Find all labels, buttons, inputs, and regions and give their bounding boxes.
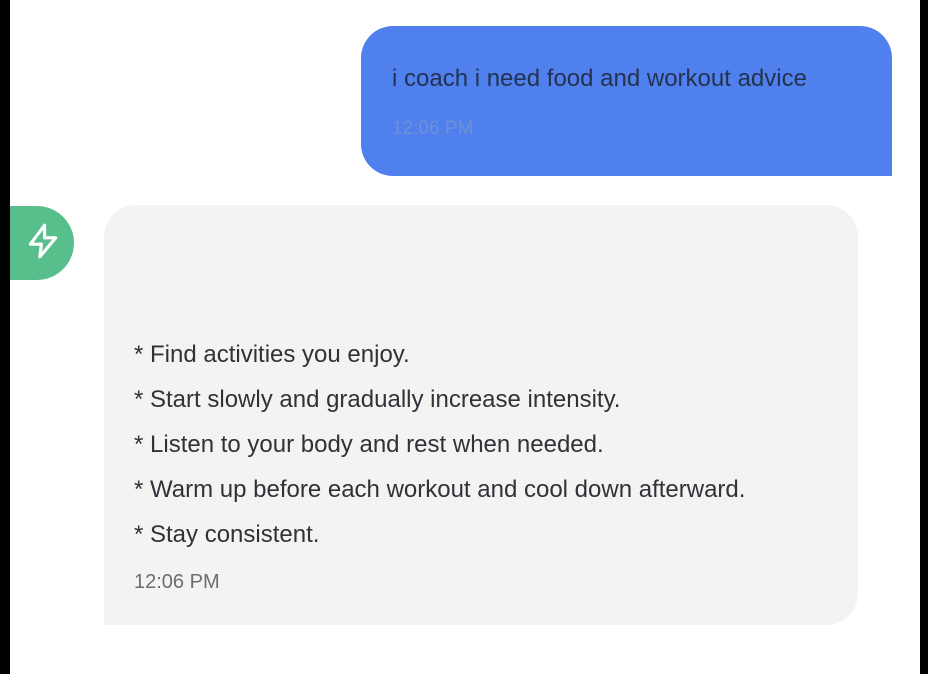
user-message-time: 12:06 PM <box>392 118 474 139</box>
lightning-bolt-icon <box>20 222 62 265</box>
assistant-message-line: * Start slowly and gradually increase in… <box>134 386 621 413</box>
assistant-avatar <box>10 206 74 280</box>
assistant-message-bubble[interactable]: * Find activities you enjoy. * Start slo… <box>104 205 858 625</box>
assistant-message-line: * Warm up before each workout and cool d… <box>134 476 746 503</box>
chat-area: i coach i need food and workout advice 1… <box>10 0 920 674</box>
assistant-message-line: * Stay consistent. <box>134 521 320 548</box>
user-message-bubble[interactable]: i coach i need food and workout advice 1… <box>361 26 892 176</box>
user-message-text: i coach i need food and workout advice <box>392 65 807 92</box>
assistant-message-line: * Listen to your body and rest when need… <box>134 431 604 458</box>
assistant-message-time: 12:06 PM <box>134 571 220 593</box>
assistant-message-line: * Find activities you enjoy. <box>134 341 410 368</box>
